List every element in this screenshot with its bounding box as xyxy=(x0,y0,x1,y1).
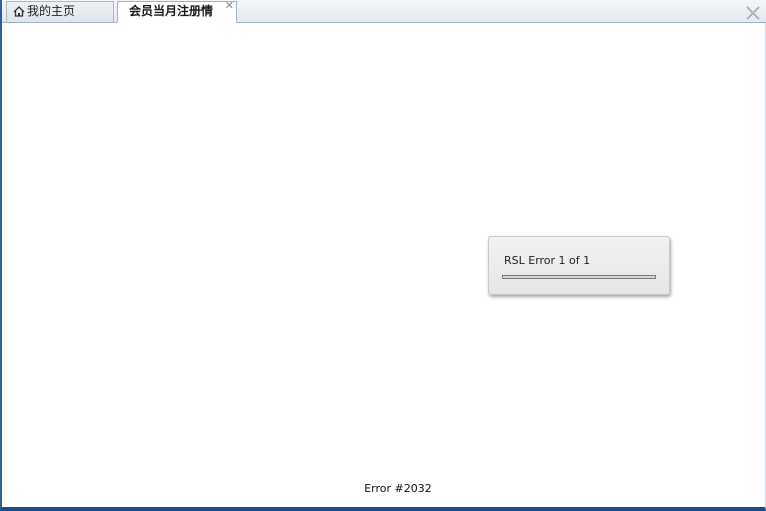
tab-member-registration-label: 会员当月注册情 xyxy=(129,4,214,18)
error-code-text: Error #2032 xyxy=(364,482,432,495)
tab-member-registration[interactable]: 会员当月注册情 ✕ xyxy=(117,0,237,23)
close-all-icon[interactable] xyxy=(746,6,760,20)
home-icon xyxy=(13,6,25,17)
tab-bar: 我的主页 会员当月注册情 ✕ xyxy=(2,0,766,23)
tab-close-icon[interactable]: ✕ xyxy=(225,0,234,12)
rsl-progress-bar xyxy=(502,275,656,279)
rsl-error-dialog: RSL Error 1 of 1 xyxy=(488,236,670,295)
tab-home-label: 我的主页 xyxy=(27,4,76,18)
app-frame: 我的主页 会员当月注册情 ✕ RSL Error 1 of 1 Error #2… xyxy=(0,0,766,511)
rsl-error-message: RSL Error 1 of 1 xyxy=(504,254,591,267)
tab-home[interactable]: 我的主页 xyxy=(6,1,114,22)
